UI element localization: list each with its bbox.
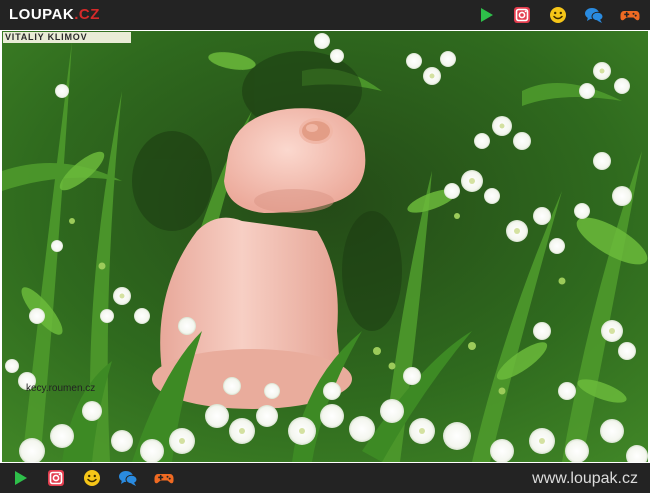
chat-bubbles-icon[interactable] xyxy=(584,5,604,25)
play-icon[interactable] xyxy=(476,5,496,25)
top-bar: LOUPAK.CZ xyxy=(0,0,650,30)
gamepad-icon[interactable] xyxy=(620,5,640,25)
smiley-icon[interactable] xyxy=(548,5,568,25)
chat-bubbles-icon[interactable] xyxy=(118,468,138,488)
instagram-icon[interactable] xyxy=(46,468,66,488)
instagram-icon[interactable] xyxy=(512,5,532,25)
logo-name: LOUPAK xyxy=(9,6,75,23)
photo-image xyxy=(2,31,648,462)
top-icon-group xyxy=(476,5,640,25)
photo: VITALIY KLIMOV xyxy=(2,31,648,462)
site-url-link[interactable]: www.loupak.cz xyxy=(532,470,638,488)
bottom-bar: www.loupak.cz xyxy=(0,463,650,493)
photo-credit: VITALIY KLIMOV xyxy=(3,32,131,43)
logo-tld: .CZ xyxy=(74,6,100,23)
bottom-icon-group xyxy=(10,468,174,488)
site-logo[interactable]: LOUPAK.CZ xyxy=(9,6,100,23)
gamepad-icon[interactable] xyxy=(154,468,174,488)
smiley-icon[interactable] xyxy=(82,468,102,488)
play-icon[interactable] xyxy=(10,468,30,488)
watermark: kecy.roumen.cz xyxy=(26,383,96,394)
